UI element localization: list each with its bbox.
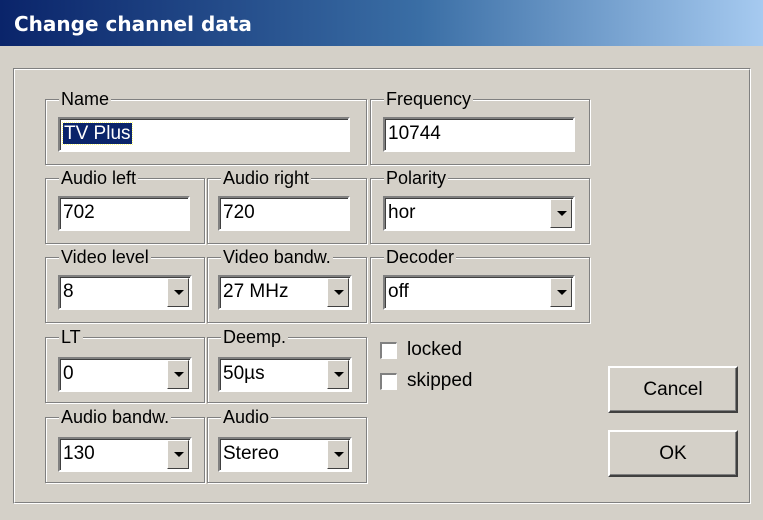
audio-bandw-value: 130	[63, 443, 95, 464]
chevron-down-icon[interactable]	[327, 440, 349, 469]
audio-bandw-select[interactable]: 130	[58, 437, 192, 472]
chevron-down-icon[interactable]	[167, 440, 189, 469]
locked-checkbox[interactable]: locked	[380, 339, 462, 361]
frequency-value: 10744	[388, 123, 441, 144]
audio-left-value: 702	[63, 202, 95, 223]
chevron-down-icon[interactable]	[327, 278, 349, 307]
frequency-input[interactable]: 10744	[383, 117, 575, 152]
title-bar[interactable]: Change channel data	[0, 0, 763, 46]
audio-right-input[interactable]: 720	[218, 196, 350, 231]
decoder-select[interactable]: off	[383, 275, 575, 310]
audio-value: Stereo	[223, 443, 279, 464]
video-level-label: Video level	[59, 247, 151, 267]
skipped-label: skipped	[407, 370, 473, 391]
decoder-value: off	[388, 281, 409, 302]
chevron-down-icon[interactable]	[167, 360, 189, 389]
frequency-label: Frequency	[384, 89, 474, 109]
video-bandw-label: Video bandw.	[221, 247, 333, 267]
cancel-button[interactable]: Cancel	[608, 366, 738, 413]
deemp-label: Deemp.	[221, 327, 289, 347]
decoder-label: Decoder	[384, 247, 457, 267]
audio-right-label: Audio right	[221, 168, 312, 188]
audio-select[interactable]: Stereo	[218, 437, 352, 472]
video-level-value: 8	[63, 281, 74, 302]
audio-left-label: Audio left	[59, 168, 139, 188]
polarity-value: hor	[388, 202, 416, 223]
video-level-select[interactable]: 8	[58, 275, 192, 310]
video-bandw-value: 27 MHz	[223, 281, 289, 302]
audio-bandw-label: Audio bandw.	[59, 407, 172, 427]
audio-left-input[interactable]: 702	[58, 196, 190, 231]
lt-select[interactable]: 0	[58, 357, 192, 392]
locked-label: locked	[407, 339, 462, 360]
name-label: Name	[59, 89, 112, 109]
lt-value: 0	[63, 363, 74, 384]
audio-right-value: 720	[223, 202, 255, 223]
chevron-down-icon[interactable]	[167, 278, 189, 307]
ok-button[interactable]: OK	[608, 430, 738, 477]
name-value: TV Plus	[62, 122, 133, 145]
chevron-down-icon[interactable]	[550, 278, 572, 307]
lt-label: LT	[59, 327, 83, 347]
window-title: Change channel data	[14, 12, 252, 36]
skipped-checkbox-box[interactable]	[380, 372, 397, 390]
locked-checkbox-box[interactable]	[380, 341, 397, 359]
deemp-select[interactable]: 50µs	[218, 357, 352, 392]
chevron-down-icon[interactable]	[327, 360, 349, 389]
chevron-down-icon[interactable]	[550, 199, 572, 228]
deemp-value: 50µs	[223, 363, 265, 384]
audio-label: Audio	[221, 407, 272, 427]
polarity-select[interactable]: hor	[383, 196, 575, 231]
skipped-checkbox[interactable]: skipped	[380, 370, 473, 392]
polarity-label: Polarity	[384, 168, 449, 188]
video-bandw-select[interactable]: 27 MHz	[218, 275, 352, 310]
name-input[interactable]: TV Plus	[58, 117, 350, 152]
